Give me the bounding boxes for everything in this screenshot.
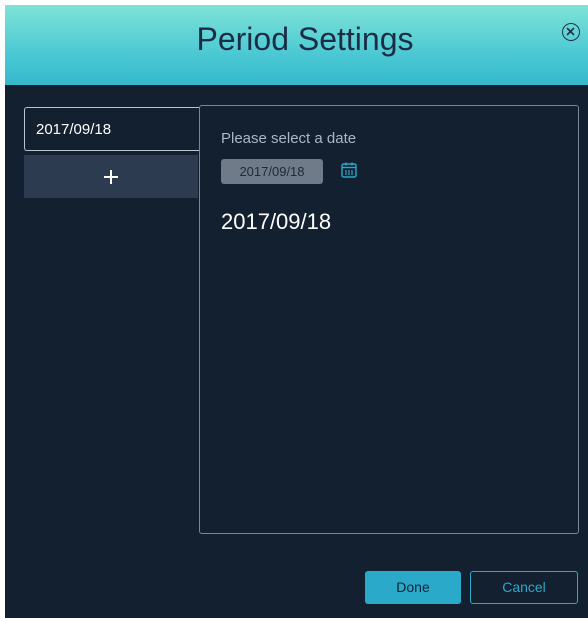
period-list-item-label: 2017/09/18 xyxy=(36,121,112,138)
period-settings-dialog: Period Settings 2017/09/18 Please select… xyxy=(5,5,588,618)
calendar-button[interactable] xyxy=(340,161,358,179)
done-button[interactable]: Done xyxy=(365,571,461,604)
plus-icon xyxy=(104,170,118,184)
add-period-button[interactable] xyxy=(24,155,198,198)
dialog-title: Period Settings xyxy=(196,21,414,57)
period-list-item[interactable]: 2017/09/18 xyxy=(24,107,199,151)
dialog-header: Period Settings xyxy=(5,5,588,85)
date-detail-panel: Please select a date 2017/09/18 2017/09/… xyxy=(199,105,579,534)
cancel-button[interactable]: Cancel xyxy=(470,571,578,604)
date-input[interactable]: 2017/09/18 xyxy=(221,159,323,184)
close-icon xyxy=(566,27,575,36)
calendar-icon xyxy=(341,162,357,178)
close-button[interactable] xyxy=(562,23,580,41)
select-date-prompt: Please select a date xyxy=(221,130,357,147)
selected-date-display: 2017/09/18 xyxy=(221,209,332,234)
